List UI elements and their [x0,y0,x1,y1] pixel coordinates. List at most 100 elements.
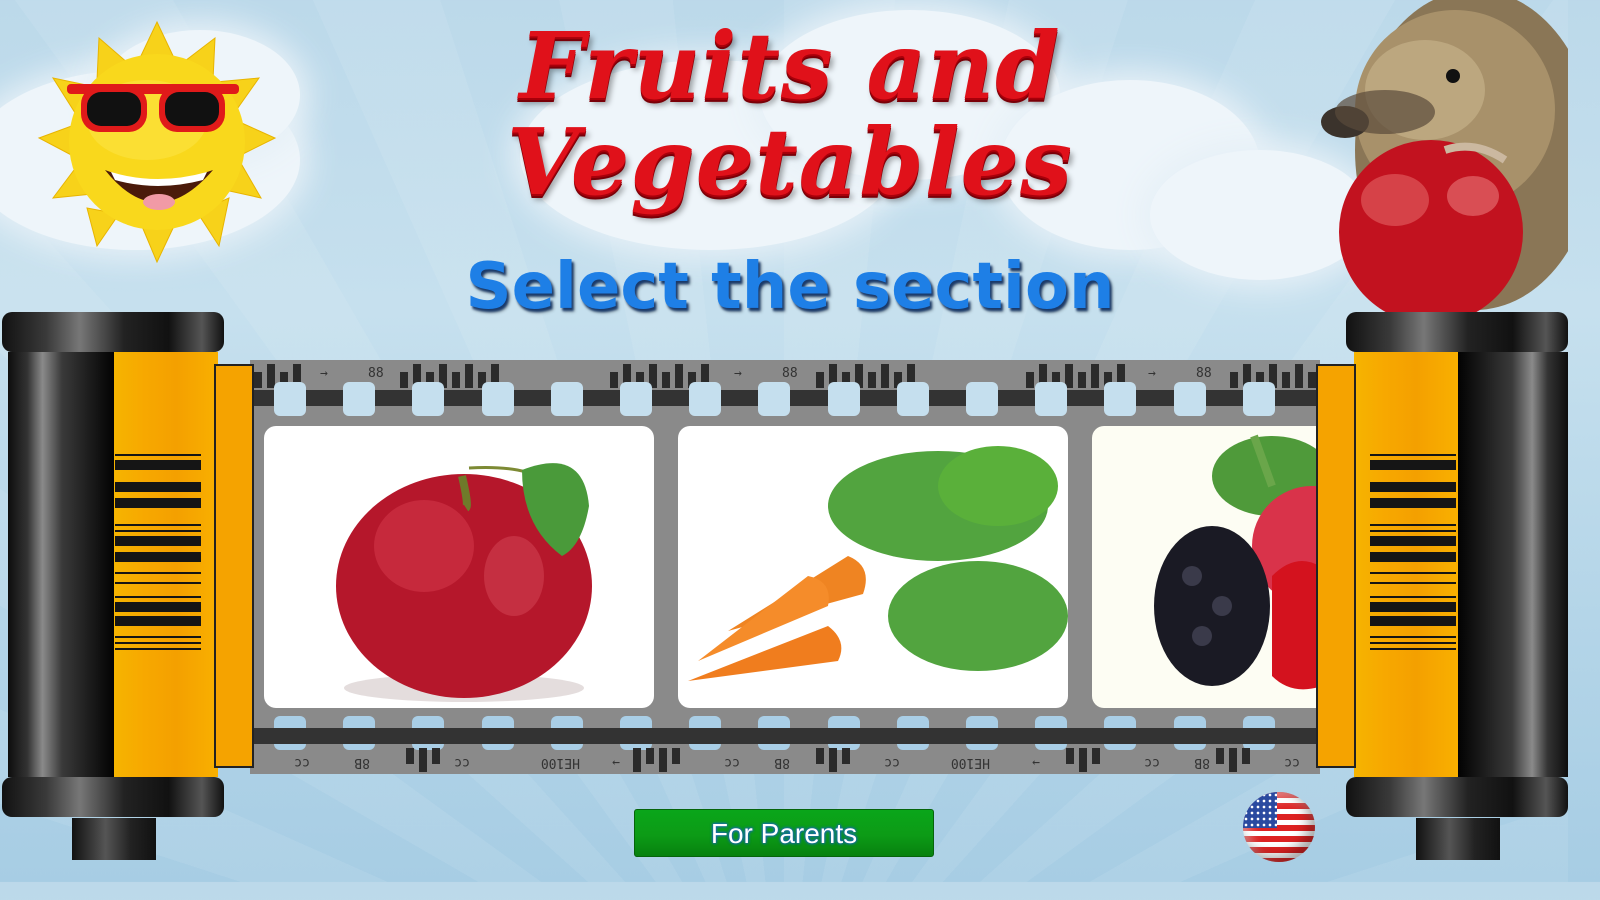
film-code-text: 88 [782,366,798,381]
title-line-1: Fruits and [519,12,1061,120]
barcode-line [115,602,201,612]
film-code-mark [419,748,427,772]
title-line-2: Vegetables [506,108,1074,216]
film-code-mark [406,748,414,764]
barcode-line [115,648,201,650]
film-band [250,728,1320,744]
section-card-vegetables[interactable] [678,426,1068,708]
barcode-line [1370,498,1456,508]
film-code-text: cc [724,755,740,770]
barcode-line [115,498,201,508]
film-canister-left [2,312,262,867]
film-code-text: → [1148,366,1156,381]
barcode-line [1370,642,1456,644]
barcode-line [1370,482,1456,492]
sprocket-hole [1035,382,1068,416]
barcode-icon [1370,454,1456,676]
section-card-berries[interactable] [1092,426,1320,708]
barcode-line [115,636,201,638]
sprocket-holes-top [250,382,1320,418]
film-code-text: → [612,755,620,770]
barcode-line [115,460,201,470]
app-title: Fruits and Vegetables [440,18,1140,210]
barcode-line [115,642,201,644]
barcode-line [1370,454,1456,456]
film-code-mark [1216,748,1224,764]
barcode-line [115,536,201,546]
film-code-mark [842,748,850,764]
sprocket-hole [1242,382,1275,416]
barcode-line [115,482,201,492]
barcode-line [1370,602,1456,612]
barcode-line [1370,524,1456,526]
canister-cap-bottom [1346,777,1568,817]
film-code-text: HE100 [950,755,990,770]
barcode-line [1370,460,1456,470]
sprocket-hole [896,382,929,416]
film-code-text: cc [884,755,900,770]
film-code-text: cc [294,755,310,770]
berries-image [1154,434,1320,690]
film-code-mark [633,748,641,772]
barcode-line [1370,536,1456,546]
barcode-line [115,454,201,456]
canister-cap-bottom [2,777,224,817]
canister-cap-top [2,312,224,352]
barcode-line [1370,530,1456,532]
film-code-mark [1242,748,1250,764]
barcode-line [1370,648,1456,650]
film-code-mark [659,748,667,772]
sprocket-hole [827,382,860,416]
barcode-line [115,524,201,526]
film-code-text: 88 [1196,366,1212,381]
film-code-text: → [320,366,328,381]
film-code-text: cc [454,755,470,770]
film-code-mark [829,748,837,772]
sprocket-hole [966,382,998,416]
film-code-text: 8B [354,755,370,770]
sprocket-hole [1173,382,1206,416]
film-code-text: → [1032,755,1040,770]
film-code-mark [816,748,824,764]
hedgehog-mascot-icon [1321,0,1568,324]
sprocket-hole [758,382,791,416]
canister-lip [214,364,254,768]
film-code-text: cc [1284,755,1300,770]
film-code-text: 88 [368,366,384,381]
page-subtitle: Select the section [465,250,1115,324]
film-code-mark [432,748,440,764]
sprocket-hole [1104,382,1137,416]
canister-lip [1316,364,1356,768]
film-code-mark [1229,748,1237,772]
barcode-line [1370,596,1456,598]
barcode-line [115,616,201,626]
carrots-image [688,446,1068,681]
barcode-line [1370,552,1456,562]
sprocket-hole [481,382,514,416]
barcode-line [115,596,201,598]
sprocket-hole [412,382,445,416]
barcode-line [115,582,201,584]
for-parents-button[interactable]: For Parents [634,809,934,857]
barcode-line [115,572,201,574]
film-code-mark [1092,748,1100,764]
apple-image [336,463,592,702]
film-code-mark [1079,748,1087,772]
barcode-line [115,552,201,562]
canister-cap-top [1346,312,1568,352]
sprocket-hole [274,382,306,416]
barcode-line [1370,616,1456,626]
film-code-text: cc [1144,755,1160,770]
film-strip-carousel[interactable]: → 88 → 88 → 88 cc 8B cc → HE100 cc 8B cc… [250,360,1320,774]
film-code-row-bottom: cc 8B cc → HE100 cc 8B cc → HE100 cc 8B cc [250,746,1320,774]
barcode-icon [115,454,201,676]
flag-canton [1243,792,1277,828]
section-card-fruits[interactable] [264,426,654,708]
us-flag-icon[interactable] [1243,792,1315,862]
sprocket-hole [343,382,376,416]
canister-body [8,352,116,777]
barcode-line [1370,572,1456,574]
film-code-text: 8B [1194,755,1210,770]
sprocket-hole [550,382,583,416]
film-code-text: 8B [774,755,790,770]
